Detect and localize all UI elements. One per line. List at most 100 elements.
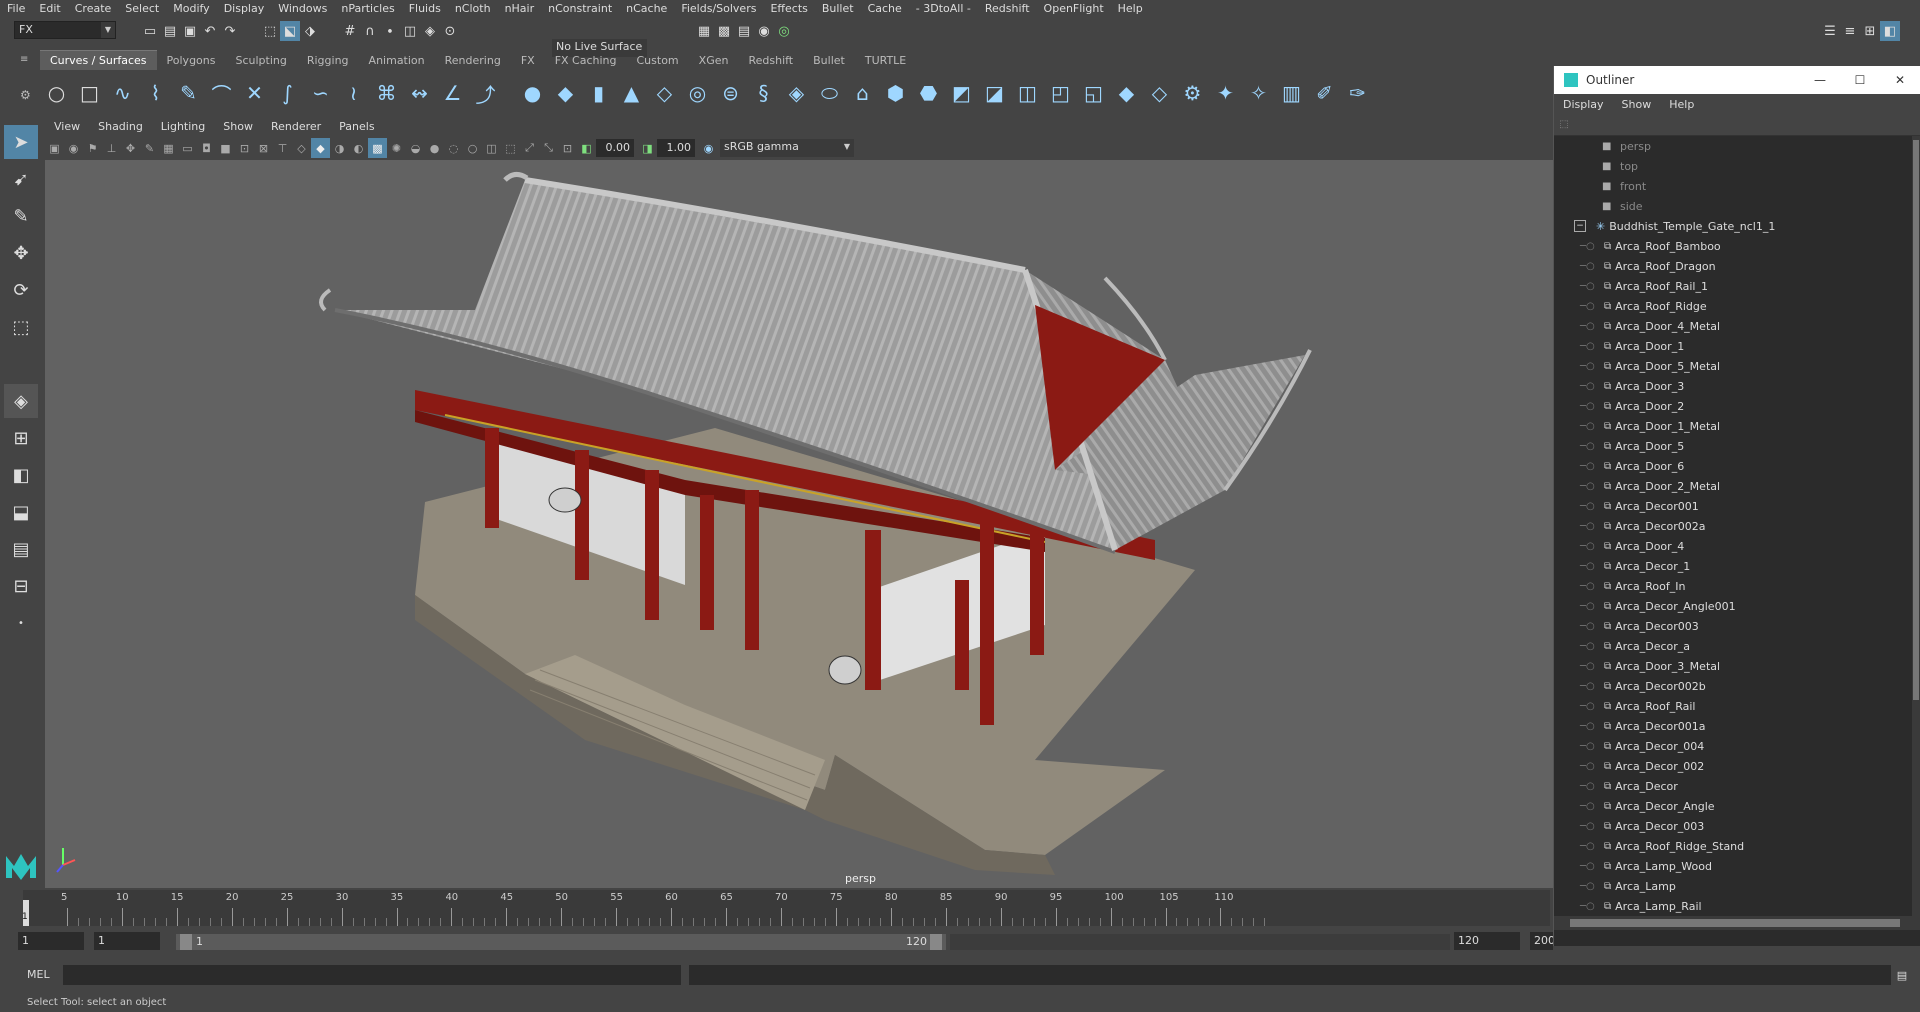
snap-point-icon[interactable]: ∙ — [380, 21, 400, 41]
insert-isoparms-icon[interactable]: ▥ — [1275, 75, 1308, 111]
shelf-tab[interactable]: Rigging — [297, 51, 359, 70]
close-icon[interactable]: ✕ — [1880, 73, 1920, 87]
outliner-menu-item[interactable]: Display — [1554, 98, 1613, 111]
extend-curve-icon[interactable]: ∠ — [436, 75, 469, 111]
nurbs-circle-icon[interactable]: ○ — [40, 75, 73, 111]
outliner-item-row[interactable]: ─○ ⧉ Arca_Decor001a — [1554, 716, 1920, 736]
render-frame-icon[interactable]: ▦ — [694, 21, 714, 41]
outliner-item-row[interactable]: ─○ ⧉ Arca_Roof_Bamboo — [1554, 236, 1920, 256]
outliner-menu-item[interactable]: Show — [1613, 98, 1661, 111]
snap-surface-icon[interactable]: ◈ — [420, 21, 440, 41]
outliner-item-row[interactable]: ─○ ⧉ Arca_Decor002b — [1554, 676, 1920, 696]
outliner-item-row[interactable]: ─○ ⧉ Arca_Decor001 — [1554, 496, 1920, 516]
exposure-icon[interactable]: ◧ — [577, 138, 596, 158]
outliner-item-row[interactable]: ─○ ⧉ Arca_Decor_Angle — [1554, 796, 1920, 816]
birail-icon[interactable]: ⌂ — [846, 75, 879, 111]
hypershade-icon[interactable]: ◉ — [754, 21, 774, 41]
outliner-item-row[interactable]: ─○ ⧉ Arca_Door_3_Metal — [1554, 656, 1920, 676]
menu-item[interactable]: File — [0, 0, 32, 17]
hscroll-thumb[interactable] — [1570, 919, 1900, 927]
project-curve-icon[interactable]: ◫ — [1011, 75, 1044, 111]
viewport-menu-item[interactable]: Show — [214, 118, 262, 136]
menu-item[interactable]: Cache — [861, 0, 909, 17]
curve-intersect-icon[interactable]: ✕ — [238, 75, 271, 111]
intersect-surface-icon[interactable]: ◪ — [978, 75, 1011, 111]
render-view-icon[interactable]: ◎ — [774, 21, 794, 41]
use-all-lights-icon[interactable]: ✺ — [387, 138, 406, 158]
redo-icon[interactable]: ↷ — [220, 21, 240, 41]
outliner-hscrollbar[interactable] — [1554, 916, 1920, 930]
outliner-item-row[interactable]: ─○ ⧉ Arca_Roof_Ridge_Stand — [1554, 836, 1920, 856]
extrude-icon[interactable]: ⬭ — [813, 75, 846, 111]
four-view-layout-icon[interactable]: ⊞ — [4, 421, 38, 455]
select-component-icon[interactable]: ⬗ — [300, 21, 320, 41]
outliner-camera-row[interactable]: ■ persp — [1554, 136, 1920, 156]
safe-action-icon[interactable]: ⊠ — [254, 138, 273, 158]
frame-all-icon[interactable]: ⊡ — [558, 138, 577, 158]
viewport-menu-item[interactable]: Shading — [89, 118, 152, 136]
outliner-item-row[interactable]: ─○ ⧉ Arca_Decor003 — [1554, 616, 1920, 636]
color-management-icon[interactable]: ◉ — [699, 138, 718, 158]
resolution-gate-icon[interactable]: ◘ — [197, 138, 216, 158]
playback-start-field[interactable]: 1 — [94, 932, 160, 950]
bookmark-icon[interactable]: ⚑ — [83, 138, 102, 158]
rotate-tool-icon[interactable]: ⟳ — [4, 273, 38, 307]
safe-title-icon[interactable]: ⊤ — [273, 138, 292, 158]
ep-curve-icon[interactable]: ⌇ — [139, 75, 172, 111]
hypershade-layout-icon[interactable]: ▤ — [4, 532, 38, 566]
persp-outliner-layout-icon[interactable]: ◧ — [4, 458, 38, 492]
camera-select-icon[interactable]: ▣ — [45, 138, 64, 158]
nurbs-sphere-icon[interactable]: ● — [516, 75, 549, 111]
undo-icon[interactable]: ↶ — [200, 21, 220, 41]
outliner-item-row[interactable]: ─○ ⧉ Arca_Door_2 — [1554, 396, 1920, 416]
menu-item[interactable]: Display — [217, 0, 272, 17]
mel-label[interactable]: MEL — [27, 968, 50, 981]
wireframe-on-shaded-icon[interactable]: ◑ — [330, 138, 349, 158]
nurbs-cone-icon[interactable]: ▲ — [615, 75, 648, 111]
shelf-menu-icon[interactable]: ≡ — [20, 54, 36, 66]
menu-item[interactable]: Create — [68, 0, 119, 17]
boundary-icon[interactable]: ⬣ — [912, 75, 945, 111]
outliner-camera-row[interactable]: ■ side — [1554, 196, 1920, 216]
rebuild-surfaces-icon[interactable]: ✑ — [1341, 75, 1374, 111]
isolate-select-icon[interactable]: ⬚ — [501, 138, 520, 158]
current-time-indicator[interactable]: 1 — [22, 900, 29, 926]
cv-curve-icon[interactable]: ∿ — [106, 75, 139, 111]
shelf-tab[interactable]: TURTLE — [855, 51, 916, 70]
select-tool-icon[interactable]: ➤ — [4, 125, 38, 159]
menu-item[interactable]: Help — [1111, 0, 1150, 17]
offset-curve-icon[interactable]: ≀ — [337, 75, 370, 111]
insert-knot-icon[interactable]: ⤴ — [469, 75, 502, 111]
attribute-editor-icon[interactable]: ☰ — [1820, 21, 1840, 41]
outliner-item-row[interactable]: ─○ ⧉ Arca_Roof_Rail_1 — [1554, 276, 1920, 296]
outliner-item-row[interactable]: ─○ ⧉ Arca_Door_5_Metal — [1554, 356, 1920, 376]
outliner-item-row[interactable]: ─○ ⧉ Arca_Door_3 — [1554, 376, 1920, 396]
time-ruler[interactable]: 5 10 15 20 25 30 35 40 45 50 55 60 65 70 75 80 85 90 95 100… — [22, 890, 1550, 926]
menu-item[interactable]: Windows — [271, 0, 334, 17]
shelf-tab[interactable]: Redshift — [738, 51, 803, 70]
nurbs-torus-icon[interactable]: ◎ — [681, 75, 714, 111]
menu-item[interactable]: Bullet — [815, 0, 861, 17]
outliner-item-row[interactable]: ─○ ⧉ Arca_Door_2_Metal — [1554, 476, 1920, 496]
menuset-dropdown[interactable]: FX ▼ — [14, 21, 116, 39]
scene-end-field[interactable]: 200 — [1530, 932, 1553, 950]
node-editor-layout-icon[interactable]: ⊟ — [4, 569, 38, 603]
shelf-tab[interactable]: FX Caching — [545, 51, 627, 70]
vscroll-thumb[interactable] — [1913, 140, 1919, 700]
outliner-item-row[interactable]: ─○ ⧉ Arca_Decor_003 — [1554, 816, 1920, 836]
menu-item[interactable]: nConstraint — [541, 0, 619, 17]
menu-item[interactable]: nCache — [619, 0, 674, 17]
detach-surfaces-icon[interactable]: ⚙ — [1176, 75, 1209, 111]
outliner-item-row[interactable]: ─○ ⧉ Arca_Decor_002 — [1554, 756, 1920, 776]
outliner-item-row[interactable]: ─○ ⧉ Arca_Decor002a — [1554, 516, 1920, 536]
select-object-icon[interactable]: ⬕ — [280, 21, 300, 41]
outliner-item-row[interactable]: ─○ ⧉ Arca_Door_1 — [1554, 336, 1920, 356]
outliner-item-row[interactable]: ─○ ⧉ Arca_Roof_Ridge — [1554, 296, 1920, 316]
lasso-tool-icon[interactable]: ➹ — [4, 162, 38, 196]
trim-tool-icon[interactable]: ◰ — [1044, 75, 1077, 111]
open-scene-icon[interactable]: ▤ — [160, 21, 180, 41]
outliner-item-row[interactable]: ─○ ⧉ Arca_Roof_Rail — [1554, 696, 1920, 716]
square-surface-icon[interactable]: ◩ — [945, 75, 978, 111]
menu-item[interactable]: Edit — [32, 0, 67, 17]
outliner-group-row[interactable]: − ✳ Buddhist_Temple_Gate_ncl1_1 — [1554, 216, 1920, 236]
